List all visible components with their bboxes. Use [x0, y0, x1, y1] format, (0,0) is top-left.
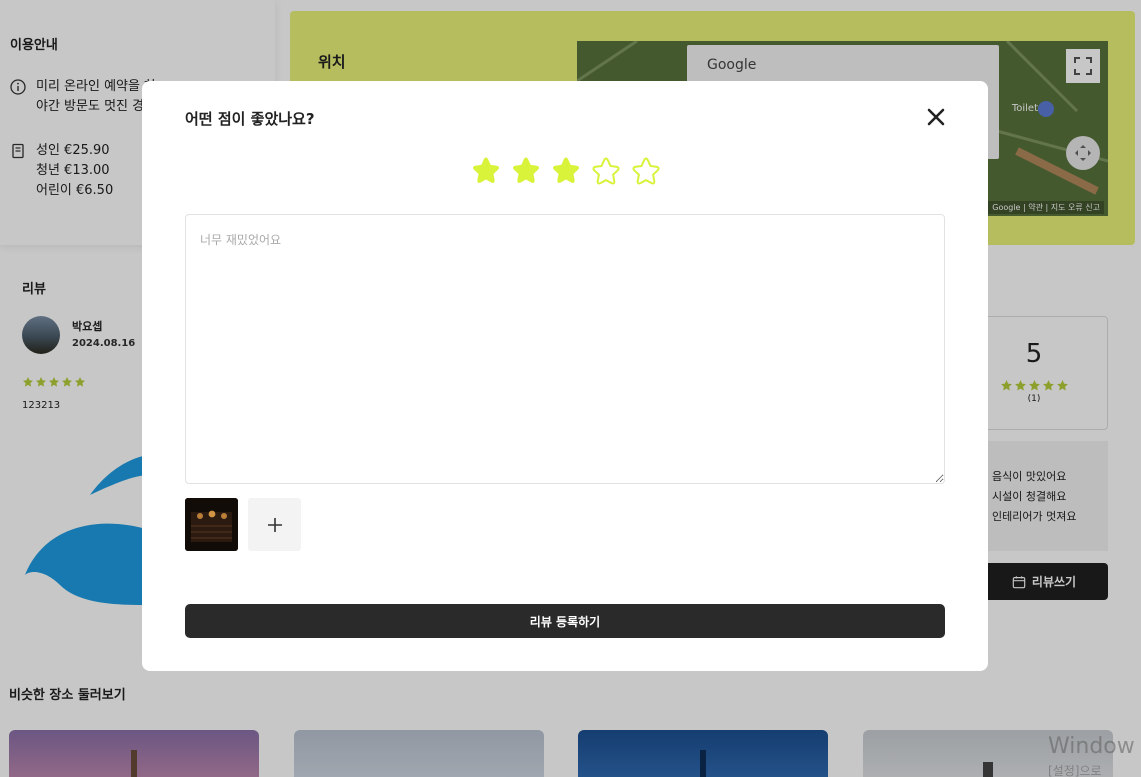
star-filled-icon[interactable] [469, 154, 503, 188]
star-outline-icon[interactable] [629, 154, 663, 188]
star-filled-icon[interactable] [509, 154, 543, 188]
close-icon[interactable] [925, 106, 947, 128]
uploaded-photo-thumbnail[interactable] [185, 498, 238, 551]
star-rating-input[interactable] [469, 154, 663, 188]
review-modal: 어떤 점이 좋았나요? 리뷰 등록하기 [142, 81, 988, 671]
review-textarea[interactable] [185, 214, 945, 484]
star-outline-icon[interactable] [589, 154, 623, 188]
add-photo-button[interactable] [248, 498, 301, 551]
submit-review-button[interactable]: 리뷰 등록하기 [185, 604, 945, 638]
uploaded-photo-image [185, 498, 238, 551]
modal-title: 어떤 점이 좋았나요? [185, 110, 315, 128]
plus-icon [267, 517, 282, 532]
star-filled-icon[interactable] [549, 154, 583, 188]
